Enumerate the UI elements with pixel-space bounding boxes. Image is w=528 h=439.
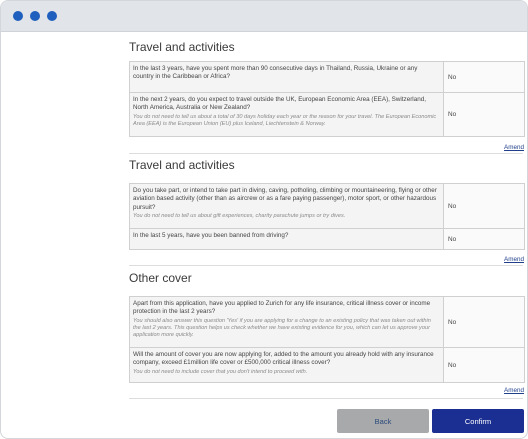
question-label: Do you take part, or intend to take part… xyxy=(133,187,437,211)
table-row: In the last 5 years, have you been banne… xyxy=(130,228,524,249)
answer-value: No xyxy=(444,229,524,249)
back-button[interactable]: Back xyxy=(337,409,429,433)
question-label: Will the amount of cover you are now app… xyxy=(133,351,434,367)
title-bar xyxy=(1,1,527,32)
question-note: You do not need to tell us about a total… xyxy=(133,113,437,127)
question-table: In the last 3 years, have you spent more… xyxy=(129,61,525,137)
amend-link[interactable]: Amend xyxy=(504,387,524,394)
table-row: In the next 2 years, do you expect to tr… xyxy=(130,92,524,136)
section-divider xyxy=(129,398,523,399)
answer-value: No xyxy=(444,93,524,136)
question-note: You do not need to include cover that yo… xyxy=(133,368,308,375)
table-row: Apart from this application, have you ap… xyxy=(130,297,524,347)
answer-value: No xyxy=(444,62,524,92)
question-label: In the last 3 years, have you spent more… xyxy=(133,65,418,81)
amend-link[interactable]: Amend xyxy=(504,144,524,151)
question-table: Do you take part, or intend to take part… xyxy=(129,183,525,250)
answer-value: No xyxy=(444,348,524,382)
section-title: Other cover xyxy=(129,271,192,285)
table-row: Do you take part, or intend to take part… xyxy=(130,184,524,228)
question-text: In the last 5 years, have you been banne… xyxy=(130,229,444,249)
review-content: Travel and activities In the last 3 year… xyxy=(129,31,525,438)
section-divider xyxy=(129,153,523,154)
table-row: In the last 3 years, have you spent more… xyxy=(130,62,524,92)
question-text: Will the amount of cover you are now app… xyxy=(130,348,444,382)
section-divider xyxy=(129,265,523,266)
question-text: In the next 2 years, do you expect to tr… xyxy=(130,93,444,136)
question-label: In the next 2 years, do you expect to tr… xyxy=(133,96,426,112)
answer-value: No xyxy=(444,184,524,228)
amend-link[interactable]: Amend xyxy=(504,256,524,263)
question-note: You do not need to tell us about gift ex… xyxy=(133,212,346,219)
question-label: Apart from this application, have you ap… xyxy=(133,300,431,316)
confirm-button[interactable]: Confirm xyxy=(432,409,524,433)
browser-window: Travel and activities In the last 3 year… xyxy=(0,0,528,439)
question-text: In the last 3 years, have you spent more… xyxy=(130,62,444,92)
question-text: Apart from this application, have you ap… xyxy=(130,297,444,347)
question-text: Do you take part, or intend to take part… xyxy=(130,184,444,228)
section-title: Travel and activities xyxy=(129,40,235,54)
answer-value: No xyxy=(444,297,524,347)
window-dot-icon[interactable] xyxy=(47,11,57,21)
window-dot-icon[interactable] xyxy=(13,11,23,21)
section-title: Travel and activities xyxy=(129,158,235,172)
window-dot-icon[interactable] xyxy=(30,11,40,21)
question-label: In the last 5 years, have you been banne… xyxy=(133,232,289,239)
question-table: Apart from this application, have you ap… xyxy=(129,296,525,383)
question-note: You should also answer this question 'Ye… xyxy=(133,317,431,338)
table-row: Will the amount of cover you are now app… xyxy=(130,347,524,382)
